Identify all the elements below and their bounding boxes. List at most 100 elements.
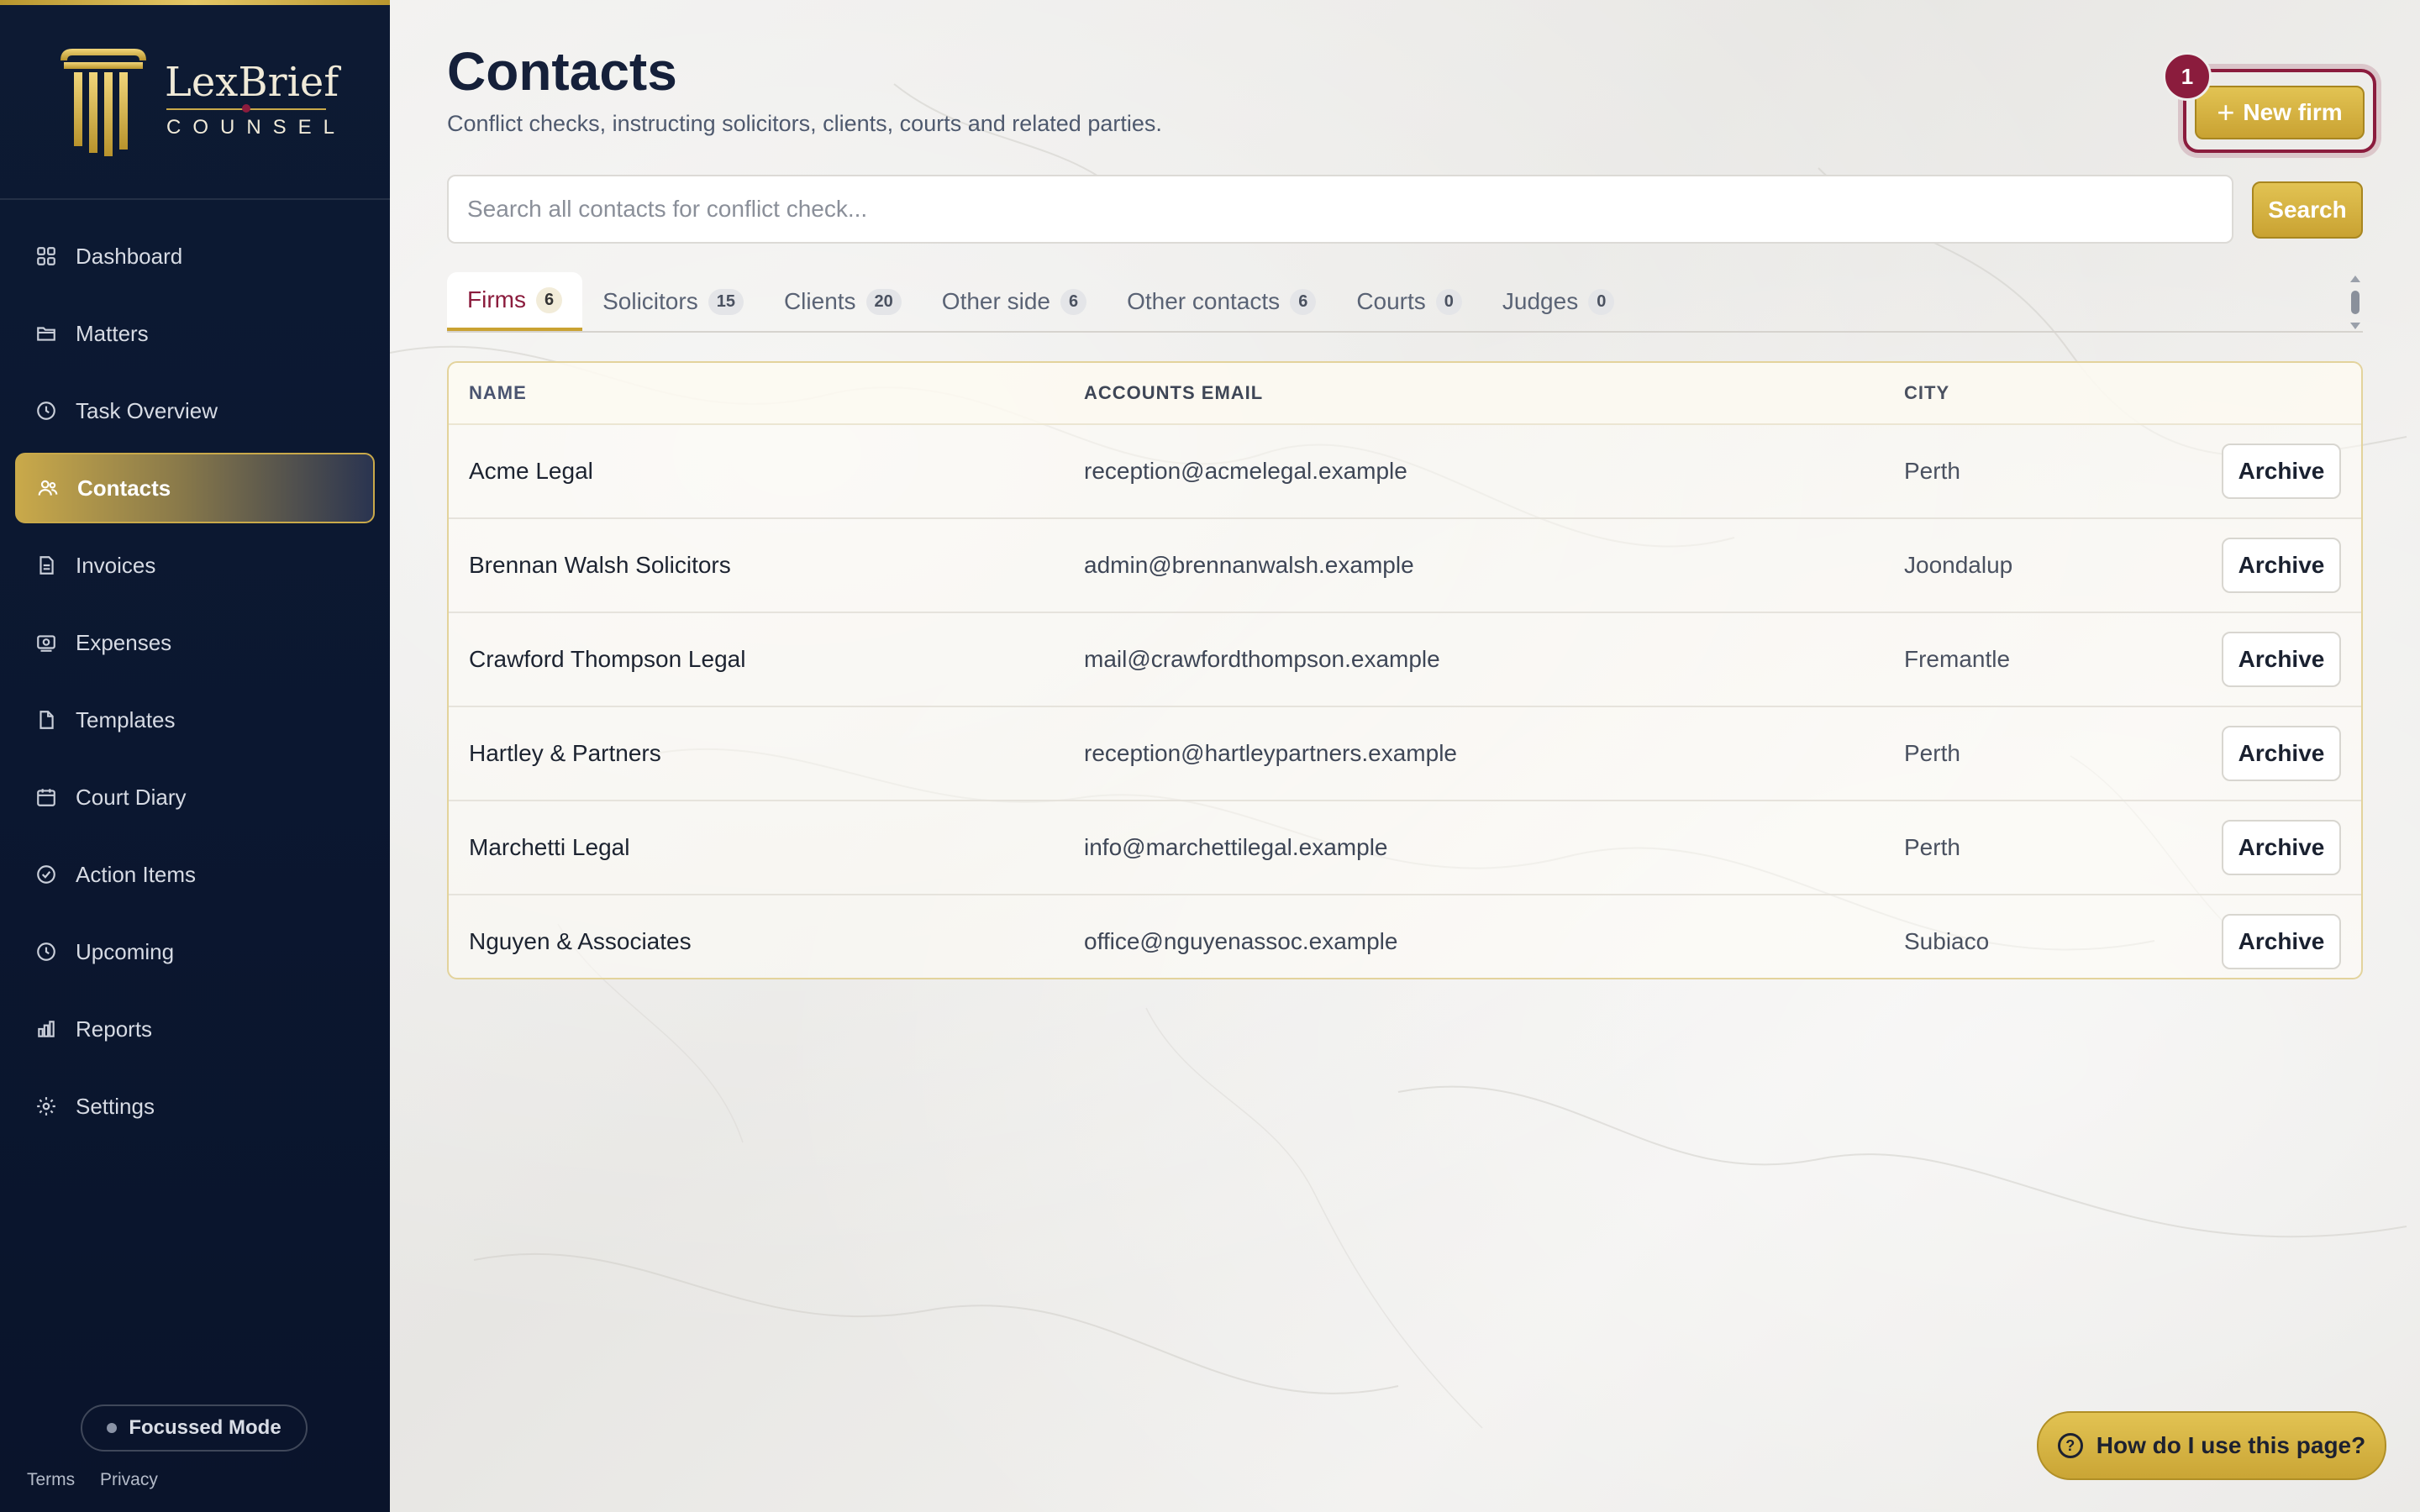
sidebar-divider [0, 198, 390, 200]
terms-link[interactable]: Terms [27, 1470, 75, 1489]
sidebar-item-label: Reports [76, 1016, 153, 1042]
sidebar-item-court-diary[interactable]: Court Diary [15, 762, 375, 832]
tab-other-side[interactable]: Other side 6 [922, 272, 1107, 331]
page-title: Contacts [447, 41, 677, 102]
tab-count-badge: 15 [708, 288, 744, 315]
focused-mode-toggle[interactable]: Focussed Mode [81, 1404, 308, 1452]
firm-name: Acme Legal [469, 458, 593, 484]
check-circle-icon [34, 862, 59, 887]
tab-count-badge: 6 [1060, 288, 1087, 315]
sidebar-item-settings[interactable]: Settings [15, 1071, 375, 1142]
search-input[interactable] [447, 175, 2233, 244]
archive-button[interactable]: Archive [2222, 444, 2341, 499]
firm-email: reception@hartleypartners.example [1084, 740, 1457, 766]
firm-name: Crawford Thompson Legal [469, 646, 746, 672]
sidebar-item-reports[interactable]: Reports [15, 994, 375, 1064]
row-actions: Archive [2190, 726, 2361, 781]
privacy-link[interactable]: Privacy [100, 1470, 158, 1489]
tab-label: Solicitors [602, 288, 698, 314]
firm-city: Perth [1904, 834, 1960, 860]
table-row[interactable]: Acme Legal reception@acmelegal.example P… [449, 425, 2361, 519]
tab-other-contacts[interactable]: Other contacts 6 [1107, 272, 1336, 331]
sidebar-item-label: Templates [76, 706, 176, 732]
archive-button[interactable]: Archive [2222, 820, 2341, 875]
bar-chart-icon [34, 1016, 59, 1042]
tab-label: Other contacts [1127, 288, 1281, 314]
table-row[interactable]: Brennan Walsh Solicitors admin@brennanwa… [449, 519, 2361, 613]
archive-button[interactable]: Archive [2222, 914, 2341, 969]
tab-count-badge: 0 [1435, 288, 1462, 315]
sidebar-item-dashboard[interactable]: Dashboard [15, 221, 375, 291]
firm-city: Joondalup [1904, 552, 2013, 578]
table-row[interactable]: Nguyen & Associates office@nguyenassoc.e… [449, 895, 2361, 978]
archive-button[interactable]: Archive [2222, 538, 2341, 593]
firm-email: info@marchettilegal.example [1084, 834, 1388, 860]
contact-tabs: Firms 6 Solicitors 15 Clients 20 Other s… [447, 272, 1634, 331]
archive-button[interactable]: Archive [2222, 726, 2341, 781]
tab-judges[interactable]: Judges 0 [1482, 272, 1634, 331]
table-row[interactable]: Hartley & Partners reception@hartleypart… [449, 707, 2361, 801]
sidebar-item-label: Matters [76, 320, 149, 346]
question-icon: ? [2057, 1433, 2083, 1458]
sidebar-item-upcoming[interactable]: Upcoming [15, 916, 375, 987]
tabs-scrollbar[interactable] [2349, 276, 2361, 329]
firm-email: office@nguyenassoc.example [1084, 928, 1398, 954]
sidebar-item-label: Action Items [76, 861, 197, 887]
grid-icon [34, 244, 59, 269]
sidebar-item-label: Settings [76, 1093, 155, 1119]
sidebar-item-label: Invoices [76, 552, 156, 578]
tab-solicitors[interactable]: Solicitors 15 [582, 272, 764, 331]
firm-email: admin@brennanwalsh.example [1084, 552, 1414, 578]
sidebar-nav: Dashboard Matters Task Overview Contacts… [15, 221, 375, 1148]
folder-icon [34, 321, 59, 346]
tab-courts[interactable]: Courts 0 [1336, 272, 1482, 331]
sidebar-item-task-overview[interactable]: Task Overview [15, 375, 375, 446]
firm-city: Fremantle [1904, 646, 2011, 672]
brand-subtitle: COUNSEL [166, 116, 347, 139]
archive-button[interactable]: Archive [2222, 632, 2341, 687]
sidebar-item-expenses[interactable]: Expenses [15, 607, 375, 678]
firm-email: reception@acmelegal.example [1084, 458, 1407, 484]
gear-icon [34, 1094, 59, 1119]
tab-label: Courts [1356, 288, 1426, 314]
tab-count-badge: 20 [865, 288, 902, 315]
table-header: NAME ACCOUNTS EMAIL CITY [449, 363, 2361, 425]
tab-clients[interactable]: Clients 20 [764, 272, 922, 331]
tab-count-badge: 0 [1588, 288, 1615, 315]
tab-count-badge: 6 [535, 286, 563, 313]
row-actions: Archive [2190, 914, 2361, 969]
row-actions: Archive [2190, 632, 2361, 687]
file-icon [34, 707, 59, 732]
help-button[interactable]: ? How do I use this page? [2037, 1411, 2386, 1480]
sidebar-item-label: Expenses [76, 629, 172, 655]
column-header-email[interactable]: ACCOUNTS EMAIL [1084, 382, 1904, 404]
plus-icon: + [2217, 95, 2235, 129]
firm-name: Hartley & Partners [469, 740, 661, 766]
sidebar-item-templates[interactable]: Templates [15, 685, 375, 755]
clock-icon [34, 939, 59, 964]
search-button[interactable]: Search [2252, 181, 2363, 239]
firm-city: Perth [1904, 740, 1960, 766]
calendar-icon [34, 785, 59, 810]
tab-firms[interactable]: Firms 6 [447, 272, 583, 331]
table-row[interactable]: Crawford Thompson Legal mail@crawfordtho… [449, 613, 2361, 707]
sidebar: LexBrief COUNSEL Dashboard Matters Task … [0, 0, 390, 1512]
firms-table: NAME ACCOUNTS EMAIL CITY Acme Legal rece… [447, 361, 2363, 979]
table-row[interactable]: Marchetti Legal info@marchettilegal.exam… [449, 801, 2361, 895]
row-actions: Archive [2190, 820, 2361, 875]
status-dot [107, 1423, 118, 1433]
firm-name: Nguyen & Associates [469, 928, 692, 954]
new-firm-button[interactable]: + New firm [2195, 86, 2365, 139]
firm-city: Subiaco [1904, 928, 1990, 954]
tab-label: Judges [1502, 288, 1579, 314]
row-actions: Archive [2190, 444, 2361, 499]
firm-city: Perth [1904, 458, 1960, 484]
sidebar-item-action-items[interactable]: Action Items [15, 839, 375, 910]
help-label: How do I use this page? [2096, 1432, 2366, 1458]
row-actions: Archive [2190, 538, 2361, 593]
column-header-name[interactable]: NAME [449, 382, 1084, 404]
sidebar-item-contacts[interactable]: Contacts [15, 453, 375, 523]
sidebar-item-matters[interactable]: Matters [15, 298, 375, 369]
sidebar-item-invoices[interactable]: Invoices [15, 530, 375, 601]
column-header-city[interactable]: CITY [1904, 382, 2190, 404]
